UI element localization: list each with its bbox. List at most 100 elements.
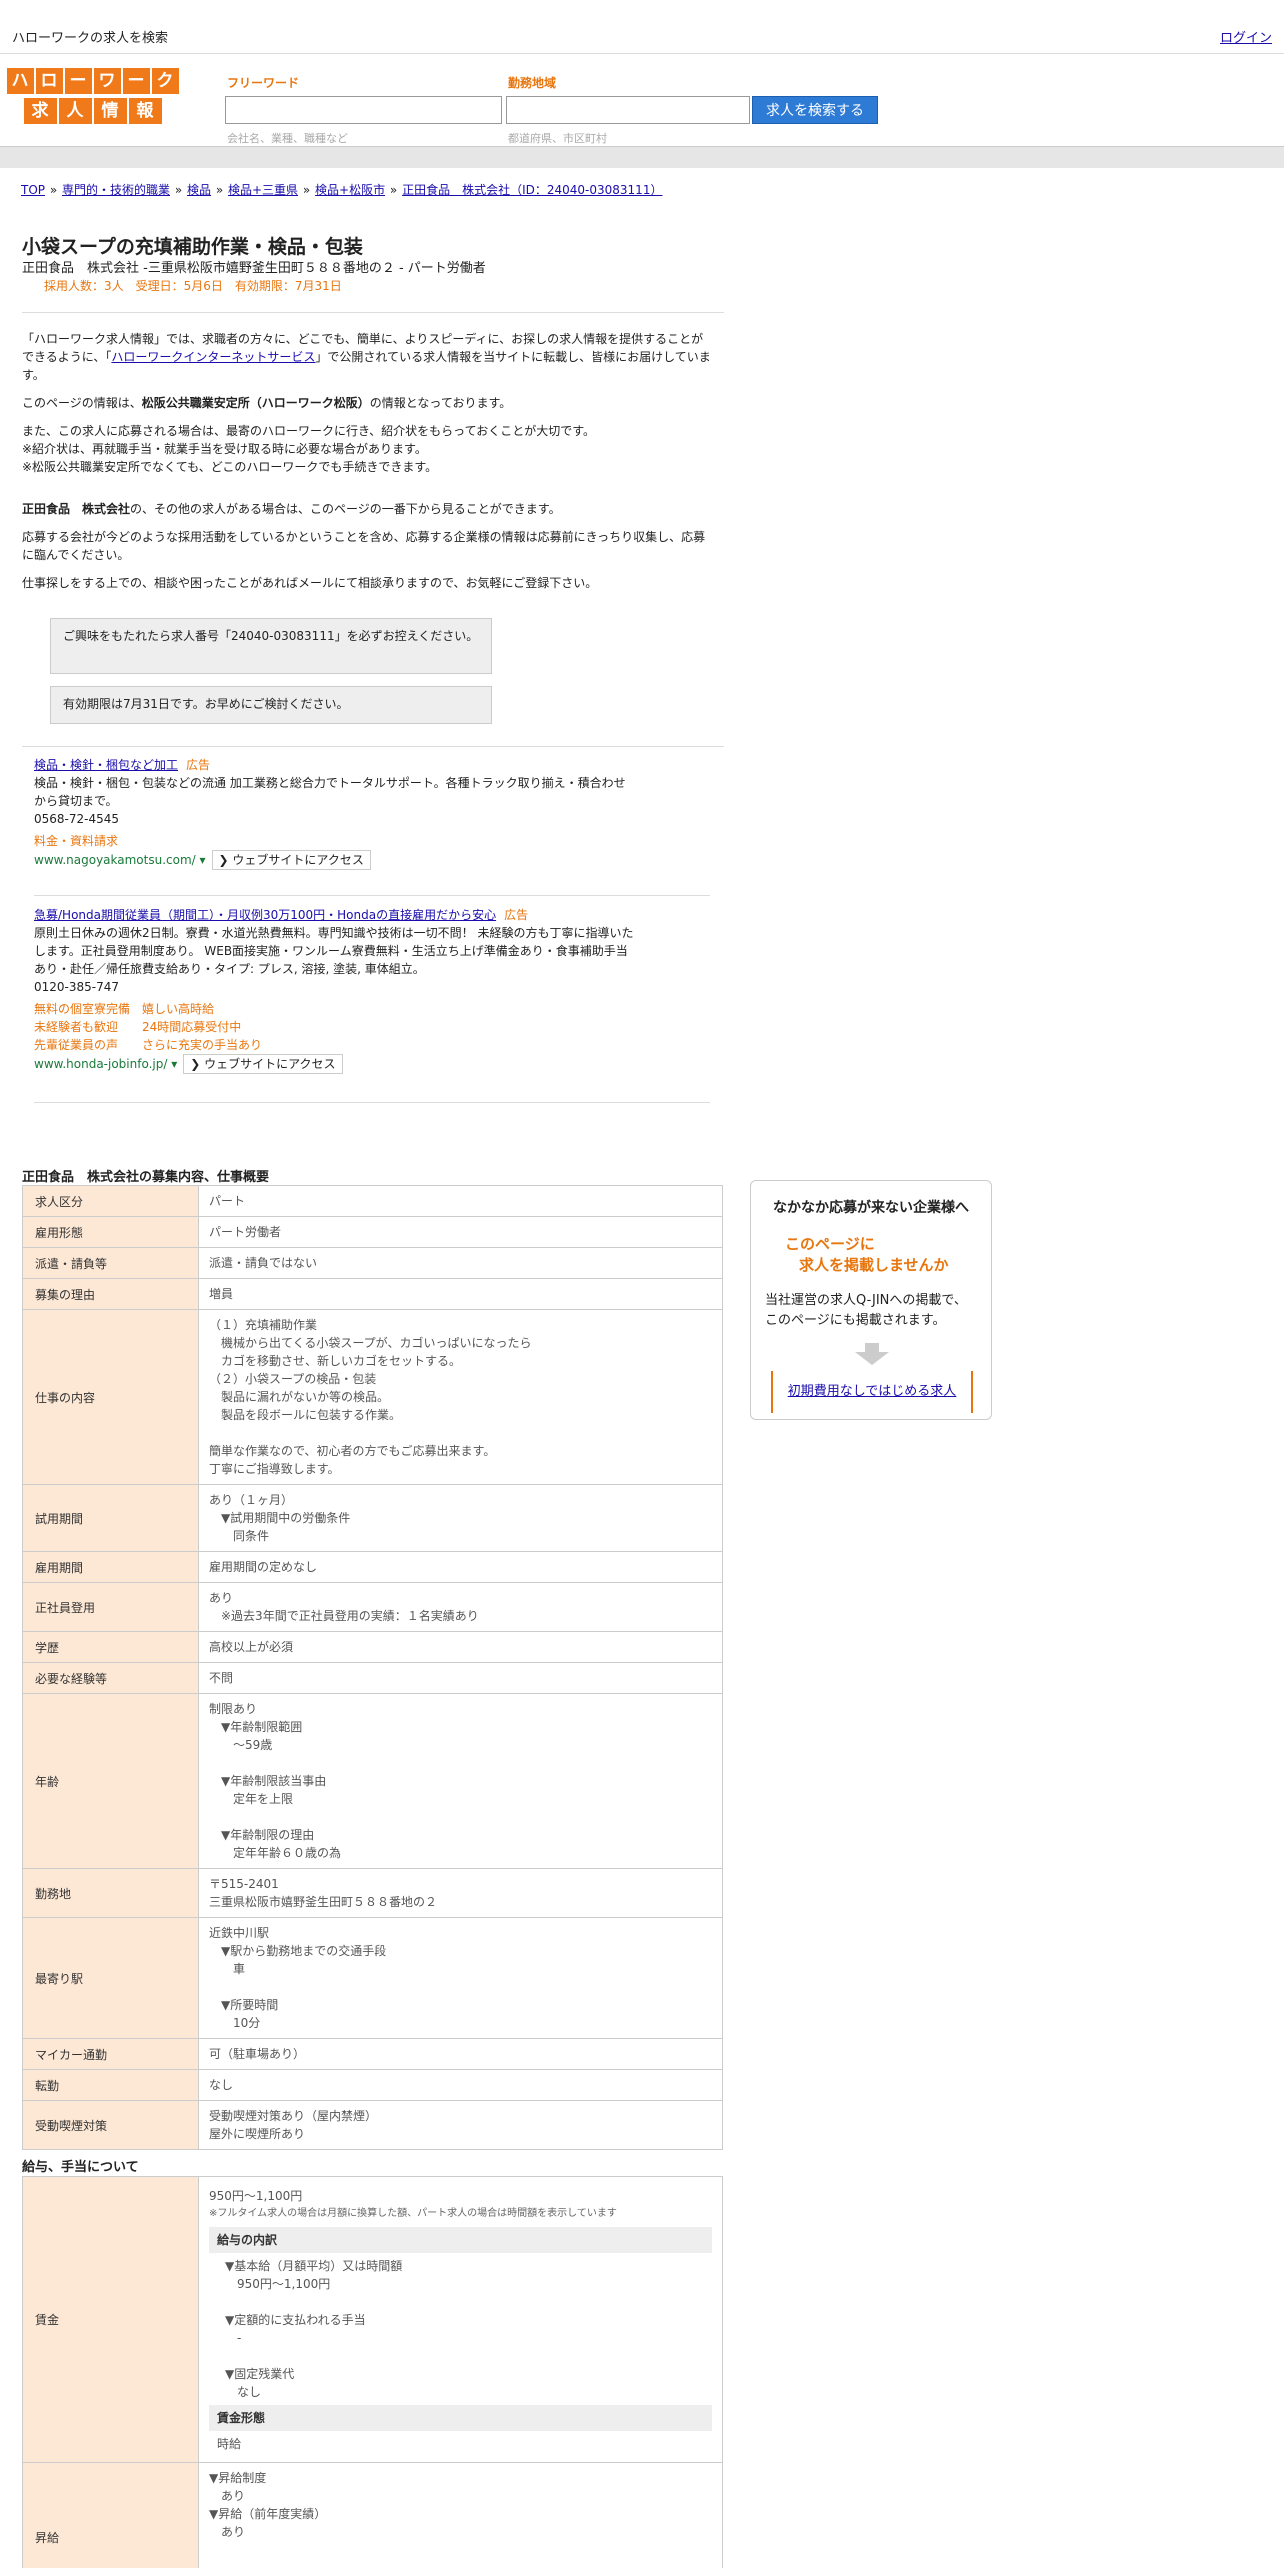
wage-amount: 950円〜1,100円	[209, 2188, 303, 2203]
ad-label: 広告	[186, 758, 211, 772]
row-label: 求人区分	[22, 1185, 199, 1217]
breadcrumb-occupation[interactable]: 検品	[187, 183, 211, 197]
job-overview-table: 求人区分 パート 雇用形態 パート労働者 派遣・請負等 派遣・請負ではない 募集の理由 増員仕…	[22, 1185, 723, 2150]
divider	[22, 746, 724, 747]
divider	[34, 1102, 710, 1103]
search-button[interactable]: 求人を検索する	[752, 96, 878, 124]
row-value: パート労働者	[198, 1216, 723, 1248]
visit-label: ウェブサイトにアクセス	[204, 1057, 336, 1071]
divider	[34, 895, 710, 896]
area-input[interactable]	[506, 96, 750, 124]
area-label: 勤務地域	[508, 76, 557, 90]
row-label: 正社員登用	[22, 1582, 199, 1632]
row-label: 学歴	[22, 1631, 199, 1663]
ad-phone[interactable]: 0120-385-747	[34, 978, 634, 996]
row-value: （１）充填補助作業 機械から出てくる小袋スープが、カゴいっぱいになったら カゴを…	[198, 1309, 723, 1485]
table-row: 最寄り駅 近鉄中川駅 ▼駅から勤務地までの交通手段 車 ▼所要時間 10分	[22, 1917, 723, 2039]
advertise-catch-1: このページに	[785, 1235, 875, 1253]
row-value: あり（１ヶ月） ▼試用期間中の労働条件 同条件	[198, 1484, 723, 1552]
freeword-hint: 会社名、業種、職種など	[227, 132, 348, 145]
freeword-label: フリーワード	[227, 76, 300, 90]
row-label: マイカー通勤	[22, 2038, 199, 2070]
ad-label: 広告	[504, 908, 529, 922]
visit-website-button[interactable]: ❯ ウェブサイトにアクセス	[183, 1054, 343, 1074]
other-jobs-text: の、その他の求人がある場合は、このページの一番下から見ることができます。	[130, 502, 561, 516]
breakdown-value: ▼基本給（月額平均）又は時間額 950円〜1,100円 ▼定額的に支払われる手当…	[225, 2258, 403, 2399]
table-row: 受動喫煙対策 受動喫煙対策あり（屋内禁煙） 屋外に喫煙所あり	[22, 2100, 723, 2150]
breadcrumb-prefecture[interactable]: 検品+三重県	[228, 183, 298, 197]
chevron-down-icon[interactable]: ▾	[167, 1057, 177, 1071]
row-label: 賃金	[22, 2176, 199, 2463]
source-text: の情報となっております。	[369, 396, 512, 410]
ad-extra-link[interactable]: 先輩従業員の声 さらに充実の手当あり	[34, 1036, 634, 1054]
ad-block: 検品・検針・梱包など加工 広告 検品・検針・梱包・包装などの流通 加工業務と総合力…	[34, 756, 634, 870]
logo-char: 報	[128, 98, 162, 124]
advertise-heading: なかなか応募が来ない企業様へ	[773, 1200, 969, 1216]
row-value: 派遣・請負ではない	[198, 1247, 723, 1279]
logo-char: ハ	[6, 68, 34, 94]
breadcrumb-top[interactable]: TOP	[21, 183, 45, 197]
referral-note: ※紹介状は、再就職手当・就業手当を受け取る時に必要な場合があります。	[22, 442, 427, 456]
breadcrumb-city[interactable]: 検品+松阪市	[315, 183, 385, 197]
row-label: 試用期間	[22, 1484, 199, 1552]
row-label: 受動喫煙対策	[22, 2100, 199, 2150]
table-row: 正社員登用 あり ※過去3年間で正社員登用の実績：１名実績あり	[22, 1582, 723, 1632]
freeword-input[interactable]	[225, 96, 502, 124]
row-value: 制限あり ▼年齢制限範囲 〜59歳 ▼年齢制限該当事由 定年を上限 ▼年齢制限の…	[198, 1693, 723, 1869]
ad-phone[interactable]: 0568-72-4545	[34, 810, 634, 828]
ad-url[interactable]: www.nagoyakamotsu.com/	[34, 853, 196, 867]
top-bar: ハローワークの求人を検索 ログイン	[0, 0, 1284, 54]
section-heading-overview: 正田食品 株式会社の募集内容、仕事概要	[22, 1170, 270, 1185]
table-row: 仕事の内容 （１）充填補助作業 機械から出てくる小袋スープが、カゴいっぱいになった…	[22, 1309, 723, 1485]
table-row: 派遣・請負等 派遣・請負ではない	[22, 1247, 723, 1279]
chevron-down-icon[interactable]: ▾	[196, 853, 206, 867]
logo-char: ク	[151, 68, 179, 94]
login-link[interactable]: ログイン	[1220, 27, 1272, 46]
hellowork-logo[interactable]: ハローワーク 求人情報	[5, 68, 180, 124]
ad-url[interactable]: www.honda-jobinfo.jp/	[34, 1057, 167, 1071]
row-value: 不問	[198, 1662, 723, 1694]
hellowork-internet-link[interactable]: ハローワークインターネットサービス	[111, 350, 315, 364]
area-hint: 都道府県、市区町村	[508, 132, 607, 145]
ad-extra-link[interactable]: 未経験者も歓迎 24時間応募受付中	[34, 1018, 634, 1036]
row-label: 雇用期間	[22, 1551, 199, 1583]
row-label: 昇給	[22, 2462, 199, 2568]
row-value: 高校以上が必須	[198, 1631, 723, 1663]
advertise-link-box[interactable]: 初期費用なしではじめる求人	[771, 1371, 973, 1413]
apply-note: また、この求人に応募される場合は、最寄のハローワークに行き、紹介状をもらっておく…	[22, 424, 596, 438]
row-value: 受動喫煙対策あり（屋内禁煙） 屋外に喫煙所あり	[198, 2100, 723, 2150]
other-jobs-note: 正田食品 株式会社の、その他の求人がある場合は、このページの一番下から見ることが…	[22, 500, 714, 518]
row-value: 可（駐車場あり）	[198, 2038, 723, 2070]
breadcrumb-company[interactable]: 正田食品 株式会社（ID：24040-03083111）	[402, 183, 662, 197]
visit-website-button[interactable]: ❯ ウェブサイトにアクセス	[211, 850, 371, 870]
breadcrumb: TOP » 専門的・技術的職業 » 検品 » 検品+三重県 » 検品+松阪市 »…	[21, 183, 663, 197]
notice-job-number: ご興味をもたれたら求人番号「24040-03083111」を必ずお控えください。	[50, 618, 492, 674]
wage-form-heading: 賃金形態	[209, 2404, 712, 2431]
row-label: 派遣・請負等	[22, 1247, 199, 1279]
table-row: 必要な経験等 不問	[22, 1662, 723, 1694]
row-value: 近鉄中川駅 ▼駅から勤務地までの交通手段 車 ▼所要時間 10分	[198, 1917, 723, 2039]
ad-title-link[interactable]: 検品・検針・梱包など加工	[34, 758, 178, 772]
company-name: 正田食品 株式会社	[22, 502, 131, 516]
row-label: 仕事の内容	[22, 1309, 199, 1485]
advertise-body: 当社運営の求人Q-JINへの掲載で、このページにも掲載されます。	[765, 1293, 967, 1328]
row-label: 転勤	[22, 2069, 199, 2101]
breakdown-heading: 給与の内訳	[209, 2226, 712, 2253]
advertise-link[interactable]: 初期費用なしではじめる求人	[788, 1384, 957, 1399]
ad-block: 急募/Honda期間従業員（期間工）・月収例30万100円・Hondaの直接雇用…	[34, 906, 634, 1074]
ad-extra-link[interactable]: 無料の個室寮完備 嬉しい高時給	[34, 1000, 634, 1018]
job-meta: 採用人数：3人 受理日：5月6日 有効期限：7月31日	[44, 279, 342, 293]
row-label: 募集の理由	[22, 1278, 199, 1310]
row-value: 〒515-2401 三重県松阪市嬉野釜生田町５８８番地の２	[198, 1868, 723, 1918]
ad-extra-link[interactable]: 料金・資料請求	[34, 832, 634, 850]
research-note: 応募する会社が今どのような採用活動をしているかということを含め、応募する企業様の…	[22, 530, 706, 562]
job-title: 小袋スープの充填補助作業・検品・包装	[22, 236, 363, 258]
table-row: 転勤 なし	[22, 2069, 723, 2101]
breadcrumb-category[interactable]: 専門的・技術的職業	[62, 183, 170, 197]
table-row: 勤務地 〒515-2401 三重県松阪市嬉野釜生田町５８８番地の２	[22, 1868, 723, 1918]
logo-char: 情	[93, 98, 127, 124]
source-office: 松阪公共職業安定所（ハローワーク松阪）	[141, 396, 370, 410]
divider	[22, 312, 724, 313]
ad-title-link[interactable]: 急募/Honda期間従業員（期間工）・月収例30万100円・Hondaの直接雇用…	[34, 908, 496, 922]
table-row: 募集の理由 増員	[22, 1278, 723, 1310]
